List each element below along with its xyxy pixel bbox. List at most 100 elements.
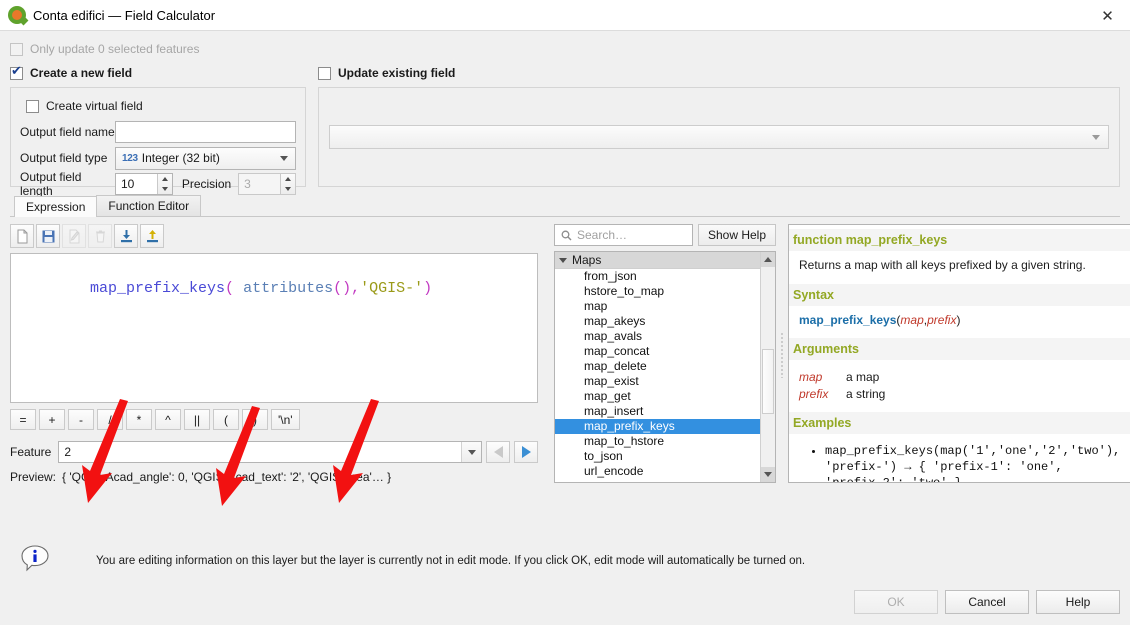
create-new-field-row[interactable]: Create a new field (10, 63, 306, 83)
create-virtual-field-row[interactable]: Create virtual field (20, 96, 296, 116)
splitter-handle-icon (781, 332, 783, 378)
preview-label: Preview: (10, 470, 56, 484)
tree-group-label: Maps (572, 253, 601, 267)
operator-power-button[interactable]: ^ (155, 409, 181, 430)
list-item[interactable]: map_delete (555, 359, 775, 374)
help-arguments-heading: Arguments (789, 338, 1130, 360)
tree-group-maps[interactable]: Maps (555, 252, 775, 269)
function-tree[interactable]: Maps from_json hstore_to_map map map_ake… (554, 251, 776, 483)
function-browser-pane: Search… Show Help Maps from_json hstore_… (554, 224, 776, 486)
create-new-field-checkbox[interactable] (10, 67, 23, 80)
list-item[interactable]: map_to_hstore (555, 434, 775, 449)
output-field-length-row: Output field length 10 Precision 3 (20, 172, 296, 196)
search-input[interactable]: Search… (554, 224, 693, 246)
operator-open-paren-button[interactable]: ( (213, 409, 239, 430)
output-field-type-combo[interactable]: 123 Integer (32 bit) (115, 147, 296, 170)
save-expression-icon[interactable] (36, 224, 60, 248)
expr-token-5: ) (423, 280, 432, 297)
chevron-down-icon[interactable] (559, 258, 567, 263)
update-existing-field-row[interactable]: Update existing field (318, 63, 1120, 83)
existing-field-value (330, 130, 342, 144)
help-syntax-arg1: map (900, 313, 923, 327)
import-expressions-icon[interactable] (114, 224, 138, 248)
help-examples-heading: Examples (789, 412, 1130, 434)
length-decrement-icon[interactable] (158, 184, 172, 194)
expression-tab-content: map_prefix_keys( attributes(),'QGIS-') =… (10, 224, 1120, 486)
show-help-button[interactable]: Show Help (698, 224, 776, 246)
search-icon (561, 230, 572, 241)
help-description: Returns a map with all keys prefixed by … (797, 251, 1122, 279)
search-placeholder: Search… (577, 228, 627, 242)
only-update-selected-row[interactable]: Only update 0 selected features (10, 39, 1120, 59)
output-field-name-input[interactable] (115, 121, 296, 143)
help-title: function map_prefix_keys (789, 229, 1130, 251)
operator-divide-button[interactable]: / (97, 409, 123, 430)
tab-function-editor[interactable]: Function Editor (96, 195, 201, 216)
help-pane: function map_prefix_keys Returns a map w… (788, 224, 1130, 486)
help-arg-name: map (799, 369, 846, 386)
help-arg-name: prefix (799, 386, 846, 403)
feature-value: 2 (64, 445, 71, 459)
chevron-down-icon[interactable] (461, 442, 481, 462)
tab-function-editor-label: Function Editor (108, 199, 189, 213)
precision-stepper: 3 (238, 173, 296, 195)
next-feature-icon[interactable] (514, 441, 538, 463)
help-button[interactable]: Help (1036, 590, 1120, 614)
update-existing-field-checkbox[interactable] (318, 67, 331, 80)
operator-multiply-button[interactable]: * (126, 409, 152, 430)
list-item[interactable]: map_exist (555, 374, 775, 389)
feature-combo[interactable]: 2 (58, 441, 482, 463)
previous-feature-icon (486, 441, 510, 463)
operator-newline-button[interactable]: '\n' (271, 409, 300, 430)
help-arg-desc: a string (846, 387, 885, 401)
close-icon[interactable]: ✕ (1085, 0, 1130, 31)
chevron-down-icon (1092, 135, 1100, 140)
expression-toolbar (10, 224, 538, 248)
existing-field-combo[interactable] (329, 125, 1109, 149)
scrollbar-thumb[interactable] (762, 349, 774, 414)
output-field-length-stepper[interactable]: 10 (115, 173, 173, 195)
cancel-button[interactable]: Cancel (945, 590, 1029, 614)
help-syntax-arg2: prefix (927, 313, 956, 327)
scroll-up-icon[interactable] (761, 252, 775, 267)
new-expression-icon[interactable] (10, 224, 34, 248)
list-item[interactable]: to_json (555, 449, 775, 464)
list-item[interactable]: url_encode (555, 464, 775, 479)
title-bar: Conta edifici — Field Calculator ✕ (0, 0, 1130, 31)
operator-equals-button[interactable]: = (10, 409, 36, 430)
scroll-down-icon[interactable] (761, 467, 775, 482)
expression-input[interactable]: map_prefix_keys( attributes(),'QGIS-') (10, 253, 538, 403)
precision-increment-icon (281, 174, 295, 184)
export-expressions-icon[interactable] (140, 224, 164, 248)
operator-minus-button[interactable]: - (68, 409, 94, 430)
list-item[interactable]: map_get (555, 389, 775, 404)
window-title: Conta edifici — Field Calculator (33, 8, 215, 23)
edit-mode-message-text: You are editing information on this laye… (96, 543, 805, 567)
length-increment-icon[interactable] (158, 174, 172, 184)
operator-close-paren-button[interactable]: ) (242, 409, 268, 430)
create-virtual-field-checkbox[interactable] (26, 100, 39, 113)
function-tree-scrollbar[interactable] (760, 252, 775, 482)
operator-concat-button[interactable]: || (184, 409, 210, 430)
pane-splitter[interactable] (776, 224, 788, 486)
info-icon (19, 543, 51, 575)
list-item[interactable]: map_avals (555, 329, 775, 344)
list-item[interactable]: map (555, 299, 775, 314)
help-syntax: map_prefix_keys(map,prefix) (797, 306, 1122, 333)
precision-decrement-icon (281, 184, 295, 194)
list-item[interactable]: map_insert (555, 404, 775, 419)
operator-plus-button[interactable]: + (39, 409, 65, 430)
expr-token-1: ( (225, 280, 243, 297)
list-item[interactable]: map_concat (555, 344, 775, 359)
feature-selector-row: Feature 2 (10, 441, 538, 463)
output-field-name-label: Output field name (20, 125, 115, 139)
list-item[interactable]: hstore_to_map (555, 284, 775, 299)
output-field-type-row: Output field type 123 Integer (32 bit) (20, 146, 296, 170)
list-item-selected[interactable]: map_prefix_keys (555, 419, 775, 434)
create-virtual-field-label: Create virtual field (46, 99, 143, 113)
list-item[interactable]: from_json (555, 269, 775, 284)
tab-expression[interactable]: Expression (14, 196, 97, 217)
list-item[interactable]: map_akeys (555, 314, 775, 329)
function-browser-header: Search… Show Help (554, 224, 776, 246)
length-spinner-buttons[interactable] (157, 174, 172, 194)
